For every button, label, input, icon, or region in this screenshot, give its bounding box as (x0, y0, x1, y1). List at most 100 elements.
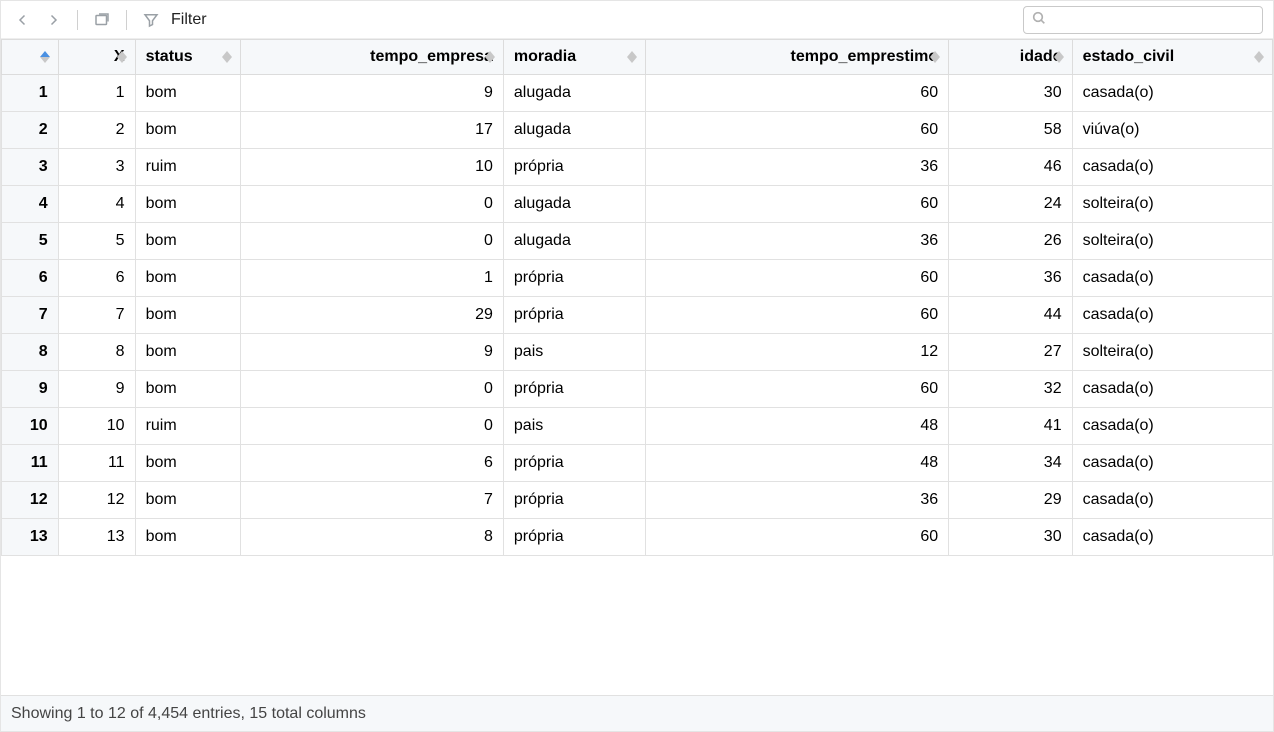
cell-idade: 24 (949, 186, 1072, 223)
cell-status: bom (135, 260, 240, 297)
cell-idade: 29 (949, 482, 1072, 519)
cell-status: ruim (135, 149, 240, 186)
column-header-idade[interactable]: idade (949, 40, 1072, 75)
cell-moradia: alugada (503, 223, 645, 260)
cell-x: 1 (58, 75, 135, 112)
cell-x: 7 (58, 297, 135, 334)
cell-rownum: 2 (2, 112, 59, 149)
cell-status: bom (135, 371, 240, 408)
cell-x: 8 (58, 334, 135, 371)
table-viewport[interactable]: X status tempo_empresa moradia tempo_emp… (1, 39, 1273, 695)
cell-rownum: 13 (2, 519, 59, 556)
table-row[interactable]: 55bom0alugada3626solteira(o) (2, 223, 1273, 260)
cell-estado_civil: solteira(o) (1072, 334, 1272, 371)
cell-rownum: 1 (2, 75, 59, 112)
cell-x: 9 (58, 371, 135, 408)
cell-idade: 34 (949, 445, 1072, 482)
table-row[interactable]: 88bom9pais1227solteira(o) (2, 334, 1273, 371)
nav-forward-button[interactable] (41, 8, 65, 32)
cell-x: 3 (58, 149, 135, 186)
cell-rownum: 10 (2, 408, 59, 445)
cell-tempo_emprestimo: 36 (645, 223, 949, 260)
cell-status: bom (135, 186, 240, 223)
table-row[interactable]: 1010ruim0pais4841casada(o) (2, 408, 1273, 445)
column-header-x[interactable]: X (58, 40, 135, 75)
data-table: X status tempo_empresa moradia tempo_emp… (1, 39, 1273, 556)
cell-tempo_empresa: 9 (240, 334, 503, 371)
cell-moradia: alugada (503, 186, 645, 223)
cell-status: bom (135, 75, 240, 112)
toolbar: Filter (1, 1, 1273, 39)
table-header-row: X status tempo_empresa moradia tempo_emp… (2, 40, 1273, 75)
cell-estado_civil: casada(o) (1072, 371, 1272, 408)
table-body: 11bom9alugada6030casada(o)22bom17alugada… (2, 75, 1273, 556)
cell-moradia: própria (503, 445, 645, 482)
column-header-tempo_emprestimo[interactable]: tempo_emprestimo (645, 40, 949, 75)
table-row[interactable]: 22bom17alugada6058viúva(o) (2, 112, 1273, 149)
cell-tempo_emprestimo: 36 (645, 149, 949, 186)
cell-rownum: 9 (2, 371, 59, 408)
cell-estado_civil: casada(o) (1072, 519, 1272, 556)
filter-button[interactable]: Filter (171, 11, 207, 29)
cell-idade: 30 (949, 75, 1072, 112)
table-row[interactable]: 1111bom6própria4834casada(o) (2, 445, 1273, 482)
cell-tempo_emprestimo: 60 (645, 371, 949, 408)
table-row[interactable]: 66bom1própria6036casada(o) (2, 260, 1273, 297)
cell-idade: 46 (949, 149, 1072, 186)
toolbar-separator (77, 10, 78, 30)
cell-tempo_emprestimo: 60 (645, 186, 949, 223)
table-row[interactable]: 44bom0alugada6024solteira(o) (2, 186, 1273, 223)
open-in-window-button[interactable] (90, 8, 114, 32)
column-header-estado_civil[interactable]: estado_civil (1072, 40, 1272, 75)
table-row[interactable]: 33ruim10própria3646casada(o) (2, 149, 1273, 186)
cell-x: 4 (58, 186, 135, 223)
cell-rownum: 3 (2, 149, 59, 186)
column-header-tempo_empresa[interactable]: tempo_empresa (240, 40, 503, 75)
column-label: tempo_emprestimo (791, 48, 939, 65)
column-header-rownum[interactable] (2, 40, 59, 75)
column-label: estado_civil (1083, 48, 1175, 65)
data-viewer-pane: Filter X status tempo_empresa moradia te… (0, 0, 1274, 732)
table-row[interactable]: 77bom29própria6044casada(o) (2, 297, 1273, 334)
table-row[interactable]: 1212bom7própria3629casada(o) (2, 482, 1273, 519)
cell-tempo_empresa: 1 (240, 260, 503, 297)
cell-tempo_empresa: 10 (240, 149, 503, 186)
cell-status: bom (135, 334, 240, 371)
filter-icon[interactable] (139, 8, 163, 32)
toolbar-separator (126, 10, 127, 30)
table-row[interactable]: 1313bom8própria6030casada(o) (2, 519, 1273, 556)
cell-status: bom (135, 297, 240, 334)
cell-status: bom (135, 519, 240, 556)
cell-idade: 26 (949, 223, 1072, 260)
cell-moradia: própria (503, 482, 645, 519)
cell-estado_civil: casada(o) (1072, 260, 1272, 297)
cell-x: 2 (58, 112, 135, 149)
cell-x: 6 (58, 260, 135, 297)
search-wrap (1023, 6, 1263, 34)
nav-back-button[interactable] (11, 8, 35, 32)
cell-moradia: própria (503, 519, 645, 556)
table-row[interactable]: 99bom0própria6032casada(o) (2, 371, 1273, 408)
cell-moradia: própria (503, 260, 645, 297)
column-label: moradia (514, 48, 576, 65)
column-header-status[interactable]: status (135, 40, 240, 75)
table-row[interactable]: 11bom9alugada6030casada(o) (2, 75, 1273, 112)
cell-status: bom (135, 482, 240, 519)
cell-tempo_emprestimo: 60 (645, 297, 949, 334)
cell-moradia: alugada (503, 112, 645, 149)
cell-tempo_empresa: 0 (240, 186, 503, 223)
cell-x: 5 (58, 223, 135, 260)
cell-tempo_emprestimo: 60 (645, 260, 949, 297)
cell-tempo_empresa: 6 (240, 445, 503, 482)
cell-idade: 36 (949, 260, 1072, 297)
cell-tempo_empresa: 17 (240, 112, 503, 149)
search-input[interactable] (1023, 6, 1263, 34)
cell-status: bom (135, 223, 240, 260)
cell-tempo_empresa: 29 (240, 297, 503, 334)
cell-idade: 32 (949, 371, 1072, 408)
cell-x: 13 (58, 519, 135, 556)
column-header-moradia[interactable]: moradia (503, 40, 645, 75)
cell-rownum: 5 (2, 223, 59, 260)
cell-moradia: própria (503, 297, 645, 334)
cell-idade: 44 (949, 297, 1072, 334)
